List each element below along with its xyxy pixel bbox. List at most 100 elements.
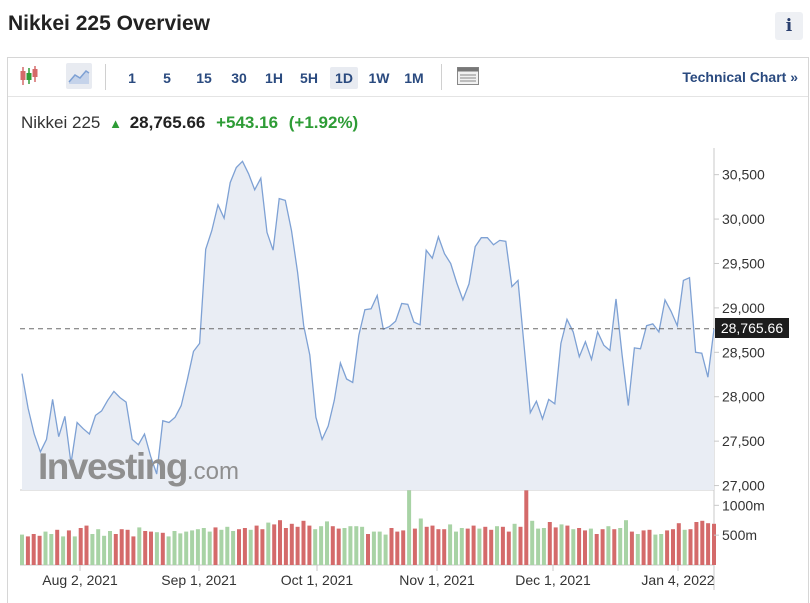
volume-bar [588, 528, 593, 565]
volume-bar [348, 526, 353, 565]
x-tick-label: Dec 1, 2021 [515, 572, 591, 588]
x-tick-label: Jan 4, 2022 [641, 572, 714, 588]
volume-bar [166, 536, 171, 565]
y-tick-label: 30,000 [722, 211, 765, 227]
volume-bar [160, 532, 165, 565]
y-tick-label: 29,500 [722, 255, 765, 271]
volume-bar [78, 528, 83, 565]
y-tick-label: 30,500 [722, 167, 765, 183]
volume-bar [354, 526, 359, 565]
volume-bar [454, 531, 458, 565]
volume-bar [377, 531, 382, 565]
volume-bar [248, 529, 253, 565]
volume-bar [524, 490, 529, 565]
volume-bar [712, 523, 716, 565]
volume-bar [547, 522, 552, 565]
volume-bar [20, 534, 24, 565]
volume-bar [489, 529, 494, 565]
volume-bar [113, 534, 118, 565]
volume-bar [49, 534, 54, 565]
volume-bar [541, 528, 546, 565]
volume-bar [289, 523, 294, 565]
volume-bar [225, 526, 230, 565]
volume-bar [459, 528, 464, 565]
volume-bar [618, 528, 623, 565]
volume-bar [389, 528, 394, 565]
volume-bar [371, 531, 376, 565]
volume-bar [195, 529, 200, 565]
volume-bar [424, 526, 429, 565]
volume-bar [96, 529, 101, 565]
volume-bar [471, 525, 476, 565]
volume-bar [366, 534, 370, 565]
volume-bar [237, 529, 241, 565]
volume-bar [336, 528, 341, 565]
volume-bar [37, 535, 42, 565]
volume-bar [213, 527, 218, 565]
volume-bar [594, 534, 599, 565]
volume-bar [55, 529, 60, 565]
volume-bar [283, 528, 288, 565]
volume-bar [383, 534, 388, 565]
volume-bar [137, 527, 142, 565]
volume-bar [629, 531, 634, 565]
volume-bar [125, 529, 130, 565]
volume-bar [31, 534, 36, 565]
volume-bar [360, 526, 365, 565]
price-chart[interactable]: 30,500 30,000 29,500 29,000 28,500 28,000 27,5… [0, 0, 810, 600]
volume-bar [559, 524, 564, 565]
volume-bar [653, 534, 658, 565]
volume-bar [641, 530, 646, 565]
volume-bar [536, 528, 541, 565]
volume-bar [624, 520, 628, 565]
volume-bar [418, 518, 423, 565]
volume-bar [178, 533, 183, 565]
volume-bar [412, 528, 417, 565]
y-tick-label: 27,000 [722, 478, 765, 494]
volume-bar [61, 536, 66, 565]
volume-bar [84, 525, 89, 565]
volume-bar [395, 531, 400, 565]
volume-bar [565, 525, 570, 565]
volume-tick-label: 1000m [722, 497, 765, 513]
volume-bar [694, 522, 699, 565]
volume-bar [647, 529, 652, 565]
volume-bar [325, 521, 329, 565]
volume-bar [242, 528, 247, 565]
volume-bar [330, 526, 335, 565]
volume-bar [295, 526, 300, 565]
volume-bar [483, 526, 488, 565]
volume-bar [184, 531, 189, 565]
volume-bar [219, 529, 224, 565]
investing-logo: Investing.com [38, 446, 239, 487]
volume-bar [102, 535, 107, 565]
volume-bar [506, 531, 511, 565]
x-tick-label: Sep 1, 2021 [161, 572, 237, 588]
volume-bar [201, 528, 206, 565]
volume-bar [207, 531, 212, 565]
volume-bar [659, 534, 664, 565]
volume-bar [272, 524, 277, 565]
volume-bar [530, 520, 535, 565]
volume-bar [571, 529, 576, 565]
volume-bar [671, 529, 675, 565]
x-tick-label: Nov 1, 2021 [399, 572, 475, 588]
volume-bar [266, 522, 271, 565]
volume-bar [278, 520, 282, 565]
volume-bar [448, 524, 453, 565]
volume-bar [407, 490, 412, 565]
volume-bar [665, 530, 670, 565]
volume-bar [342, 528, 347, 565]
volume-bar [600, 529, 605, 565]
volume-bar [154, 532, 159, 565]
volume-bar [149, 531, 153, 565]
volume-bar [190, 530, 195, 565]
volume-bar [436, 529, 441, 565]
volume-tick-label: 500m [722, 527, 757, 543]
x-tick-label: Oct 1, 2021 [281, 572, 354, 588]
volume-bar [553, 527, 558, 565]
volume-bar [676, 523, 681, 565]
volume-bar [131, 536, 136, 565]
volume-bar [477, 528, 482, 565]
volume-bar [90, 534, 95, 565]
